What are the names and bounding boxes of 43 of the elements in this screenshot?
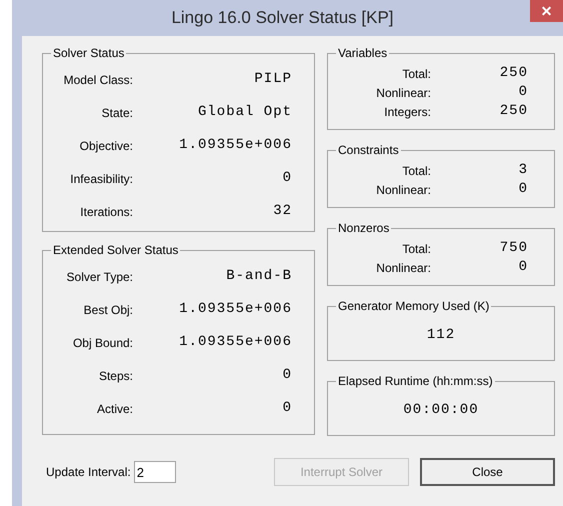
field-label: Infeasibility: — [69, 170, 133, 188]
field-label: Obj Bound: — [72, 334, 133, 352]
field-value: 250 — [498, 64, 528, 83]
field-label: Total: — [401, 162, 431, 180]
field-label: Nonlinear: — [375, 260, 431, 276]
field-value: 112 — [426, 326, 456, 345]
group-title: Generator Memory Used (K) — [336, 298, 492, 314]
field-value: 0 — [518, 83, 528, 102]
field-value: 750 — [498, 239, 528, 258]
field-label: Integers: — [383, 104, 431, 120]
field-label: State: — [100, 104, 133, 122]
field-value: Global Opt — [196, 103, 292, 122]
field-value: 1.09355e+006 — [178, 300, 292, 319]
group-title: Elapsed Runtime (hh:mm:ss) — [336, 373, 495, 389]
field-label: Active: — [96, 400, 133, 418]
dialog-button[interactable]: Close — [420, 458, 555, 486]
field-label: Model Class: — [62, 72, 133, 88]
field-value: 1.09355e+006 — [178, 333, 292, 352]
field-value: B-and-B — [225, 267, 292, 286]
field-label: Objective: — [78, 138, 133, 154]
window-title: Lingo 16.0 Solver Status [KP] — [171, 7, 395, 30]
field-value: 1.09355e+006 — [178, 136, 292, 155]
field-value: 32 — [272, 202, 292, 221]
field-value: PILP — [253, 70, 292, 89]
field-label: Update Interval: — [46, 464, 131, 481]
field-value: 0 — [282, 399, 292, 418]
field-label: Nonlinear: — [375, 182, 431, 198]
field-label: Solver Type: — [66, 268, 133, 286]
close-button[interactable]: × — [530, 0, 563, 22]
field-value: 0 — [282, 366, 292, 385]
field-value: 0 — [282, 169, 292, 188]
field-label: Nonlinear: — [375, 84, 431, 102]
field-value: 00:00:00 — [403, 401, 479, 420]
field-label: Iterations: — [79, 204, 133, 220]
update-interval-field[interactable]: 2 — [134, 461, 176, 483]
field-value: 250 — [498, 102, 528, 121]
field-label: Best Obj: — [82, 302, 133, 318]
field-value: 0 — [518, 258, 528, 277]
field-label: Total: — [401, 66, 431, 82]
field-label: Steps: — [98, 368, 133, 384]
field-label: Total: — [401, 240, 431, 258]
field-value: 3 — [518, 161, 528, 180]
field-value: 0 — [518, 180, 528, 199]
